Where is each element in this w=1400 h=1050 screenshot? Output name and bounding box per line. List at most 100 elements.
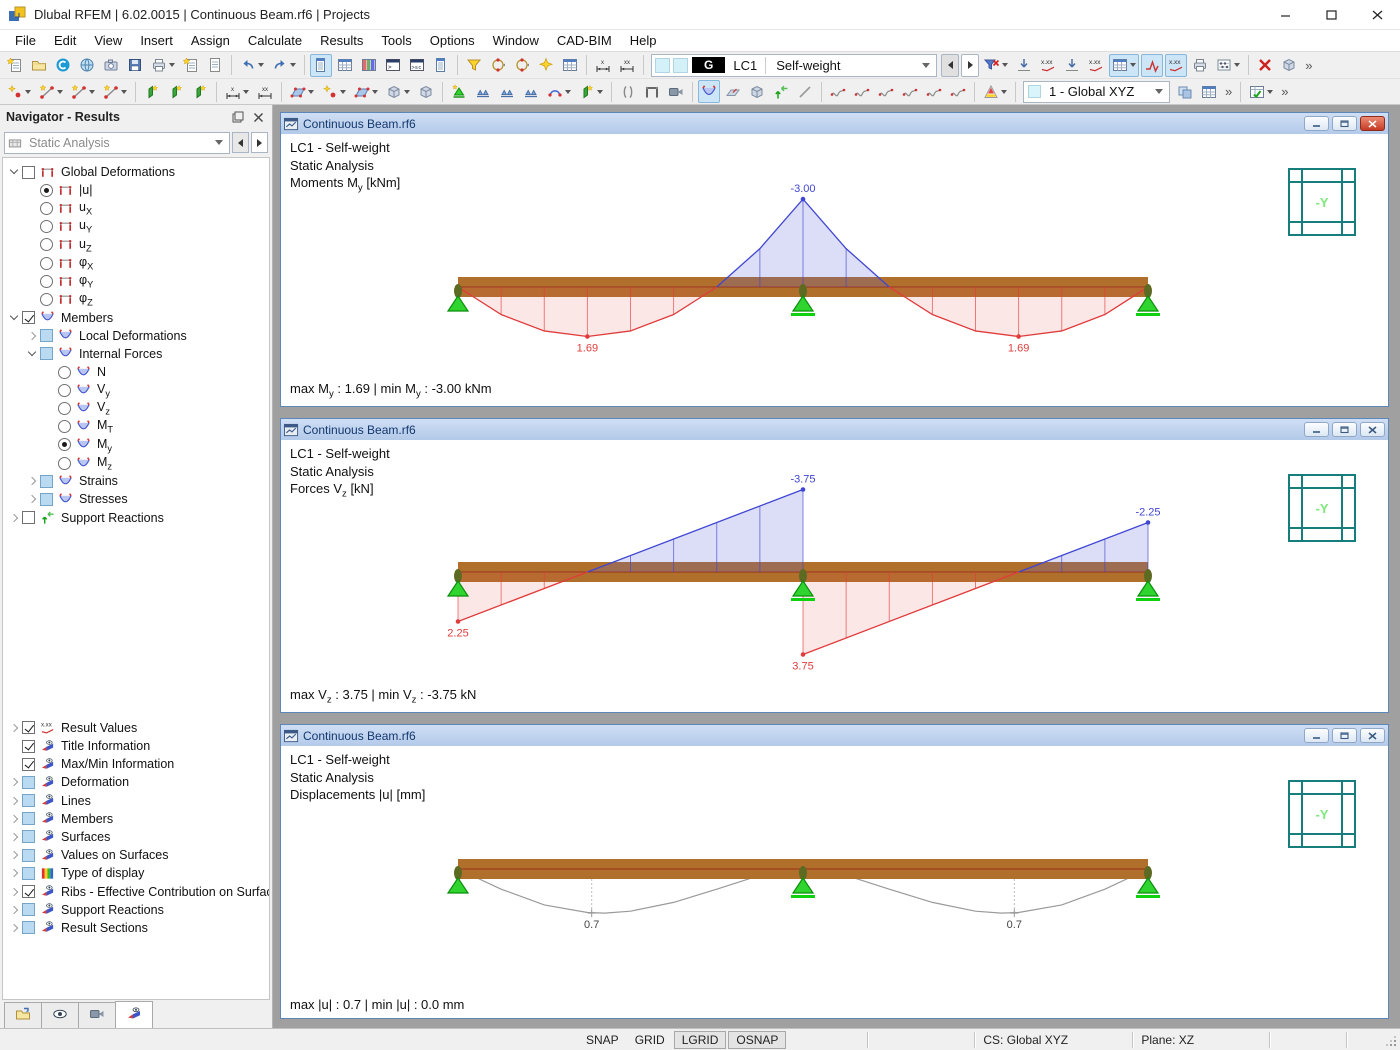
- load-case-combo[interactable]: GLC1Self-weight: [651, 54, 937, 77]
- display-item-type-of-display[interactable]: Type of display: [3, 864, 269, 882]
- checkbox[interactable]: [22, 849, 35, 862]
- display-item-values-on-surfaces[interactable]: Values on Surfaces: [3, 846, 269, 864]
- expander-icon[interactable]: [25, 329, 40, 343]
- pan-view-button[interactable]: [535, 54, 557, 77]
- console-button[interactable]: >_: [382, 54, 404, 77]
- surface-support-button[interactable]: [520, 80, 542, 103]
- web-services-button[interactable]: [76, 54, 98, 77]
- checkbox[interactable]: [22, 794, 35, 807]
- tree-item-ux[interactable]: uX: [3, 199, 269, 217]
- display-colors-button[interactable]: [980, 80, 1010, 103]
- show-imperfections-button[interactable]: [1061, 54, 1083, 77]
- tree-item-x[interactable]: φX: [3, 254, 269, 272]
- show-mass-values-button[interactable]: x.xx: [1085, 54, 1107, 77]
- tree-item-global-deformations[interactable]: Global Deformations: [3, 163, 269, 181]
- menu-assign[interactable]: Assign: [182, 31, 239, 50]
- display-item-lines[interactable]: Lines: [3, 792, 269, 810]
- tree-item-uz[interactable]: uZ: [3, 236, 269, 254]
- grid-settings-button[interactable]: [1198, 80, 1220, 103]
- view-axes-indicator[interactable]: -Y: [1287, 473, 1357, 543]
- expander-icon[interactable]: [7, 775, 22, 789]
- expander-icon[interactable]: [7, 511, 22, 525]
- new-model-button[interactable]: [4, 54, 26, 77]
- display-item-ribs-effective-contribution-on-surfac[interactable]: Ribs - Effective Contribution on Surfac.…: [3, 882, 269, 900]
- show-result-values-button[interactable]: x.xx: [1165, 54, 1187, 77]
- radio-button[interactable]: [40, 202, 53, 215]
- snap-toggle-lgrid[interactable]: LGRID: [674, 1031, 727, 1049]
- viewport-window-moments[interactable]: Continuous Beam.rf6 1.69-3.001.69 LC1 - …: [280, 112, 1389, 407]
- toolbar-overflow[interactable]: »: [1277, 84, 1292, 99]
- display-item-title-information[interactable]: Title Information: [3, 737, 269, 755]
- script-console-button[interactable]: >sc: [406, 54, 428, 77]
- nodal-support-button[interactable]: [448, 80, 470, 103]
- checkbox[interactable]: [40, 475, 53, 488]
- dimension-x-button[interactable]: x: [222, 80, 252, 103]
- view-axes-indicator[interactable]: -Y: [1287, 779, 1357, 849]
- new-member-green-button[interactable]: [141, 80, 163, 103]
- results-table-button[interactable]: [1109, 54, 1139, 77]
- display-item-surfaces[interactable]: Surfaces: [3, 828, 269, 846]
- tree-item-n[interactable]: N: [3, 363, 269, 381]
- beam-diagram-shear[interactable]: 2.25-3.753.75-2.25: [281, 440, 1388, 712]
- load-filter-button[interactable]: [981, 54, 1011, 77]
- checkbox[interactable]: [22, 921, 35, 934]
- tree-item-internal-forces[interactable]: Internal Forces: [3, 345, 269, 363]
- edit-smoothing-button[interactable]: [947, 80, 969, 103]
- previous-analysis-button[interactable]: [232, 132, 249, 153]
- minimize-viewport-button[interactable]: [1304, 728, 1329, 743]
- tree-item-my[interactable]: My: [3, 436, 269, 454]
- new-polyline-button[interactable]: [100, 80, 130, 103]
- tree-item-u[interactable]: |u|: [3, 181, 269, 199]
- tree-item-local-deformations[interactable]: Local Deformations: [3, 327, 269, 345]
- diagram-smoothing-3-button[interactable]: [875, 80, 897, 103]
- tab-views[interactable]: [78, 1002, 116, 1028]
- menu-view[interactable]: View: [85, 31, 131, 50]
- checkbox[interactable]: [22, 867, 35, 880]
- dlubal-center-button[interactable]: [52, 54, 74, 77]
- animation-button[interactable]: [665, 80, 687, 103]
- checkbox[interactable]: [22, 758, 35, 771]
- expander-icon[interactable]: [7, 830, 22, 844]
- menu-file[interactable]: File: [6, 31, 45, 50]
- viewport-window-shear[interactable]: Continuous Beam.rf6 2.25-3.753.75-2.25 L…: [280, 418, 1389, 713]
- deformed-shape-button[interactable]: [722, 80, 744, 103]
- viewport-canvas-displacement[interactable]: 0.70.7 LC1 - Self-weightStatic AnalysisD…: [281, 746, 1388, 1018]
- visual-objects-button[interactable]: [1246, 80, 1276, 103]
- save-button[interactable]: [124, 54, 146, 77]
- menu-help[interactable]: Help: [621, 31, 666, 50]
- new-rectangle-button[interactable]: [351, 80, 381, 103]
- checkbox[interactable]: [40, 347, 53, 360]
- tree-item-stresses[interactable]: Stresses: [3, 490, 269, 508]
- maximize-window-button[interactable]: [1308, 0, 1354, 29]
- expander-icon[interactable]: [7, 866, 22, 880]
- snap-toggle-snap[interactable]: SNAP: [579, 1032, 626, 1048]
- expander-icon[interactable]: [25, 492, 40, 506]
- coordinate-system-combo[interactable]: 1 - Global XYZ: [1023, 81, 1170, 103]
- tree-item-members[interactable]: Members: [3, 309, 269, 327]
- expander-icon[interactable]: [7, 921, 22, 935]
- undo-button[interactable]: [237, 54, 267, 77]
- render-mode-button[interactable]: [1278, 54, 1300, 77]
- navigator-toggle-button[interactable]: [310, 54, 332, 77]
- menu-tools[interactable]: Tools: [372, 31, 420, 50]
- printout-report-button[interactable]: [204, 54, 226, 77]
- menu-insert[interactable]: Insert: [131, 31, 182, 50]
- show-results-button[interactable]: [1141, 54, 1163, 77]
- new-member-button[interactable]: [68, 80, 98, 103]
- member-eccentricity-button[interactable]: [576, 80, 606, 103]
- clipping-plane-button[interactable]: [794, 80, 816, 103]
- rotate-view-button[interactable]: [487, 54, 509, 77]
- new-solid-button[interactable]: [383, 80, 413, 103]
- tab-results[interactable]: [115, 1001, 153, 1028]
- checkbox[interactable]: [40, 329, 53, 342]
- checkbox[interactable]: [22, 885, 35, 898]
- radio-button[interactable]: [58, 402, 71, 415]
- viewport-titlebar[interactable]: Continuous Beam.rf6: [281, 113, 1388, 134]
- menu-calculate[interactable]: Calculate: [239, 31, 311, 50]
- rotate-about-node-button[interactable]: [511, 54, 533, 77]
- diagram-smoothing-5-button[interactable]: [923, 80, 945, 103]
- show-supports-button[interactable]: [770, 80, 792, 103]
- statusbar-coordinate-system[interactable]: CS: Global XYZ: [975, 1029, 1132, 1050]
- close-viewport-button[interactable]: [1360, 116, 1385, 131]
- print-graphic-button[interactable]: [1189, 54, 1211, 77]
